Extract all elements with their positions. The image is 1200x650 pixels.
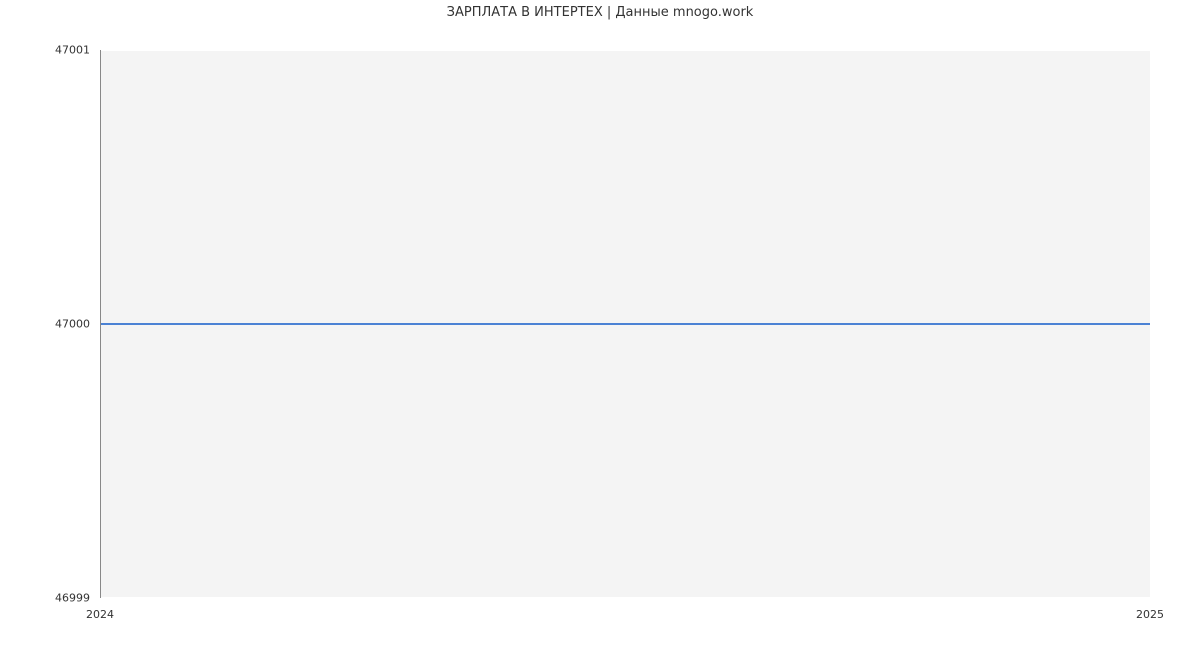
- gridline-y-top: [101, 50, 1150, 51]
- series-line-salary: [101, 323, 1150, 325]
- xtick-0: 2024: [86, 608, 114, 621]
- xtick-1: 2025: [1136, 608, 1164, 621]
- plot-area: [100, 50, 1150, 598]
- ytick-1: 47000: [0, 318, 90, 331]
- ytick-0: 47001: [0, 44, 90, 57]
- ytick-2: 46999: [0, 592, 90, 605]
- chart-title: ЗАРПЛАТА В ИНТЕРТЕХ | Данные mnogo.work: [0, 5, 1200, 20]
- gridline-y-bottom: [101, 597, 1150, 598]
